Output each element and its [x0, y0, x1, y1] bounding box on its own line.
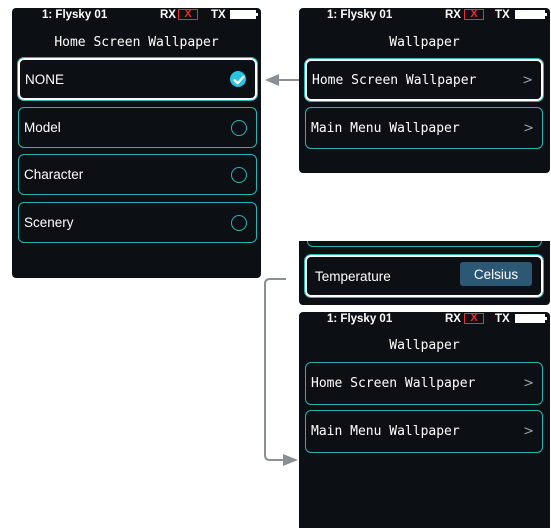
flow-arrows: [264, 74, 299, 466]
bracket-arrow-icon: [264, 278, 298, 466]
left-arrow-icon: [265, 74, 299, 86]
